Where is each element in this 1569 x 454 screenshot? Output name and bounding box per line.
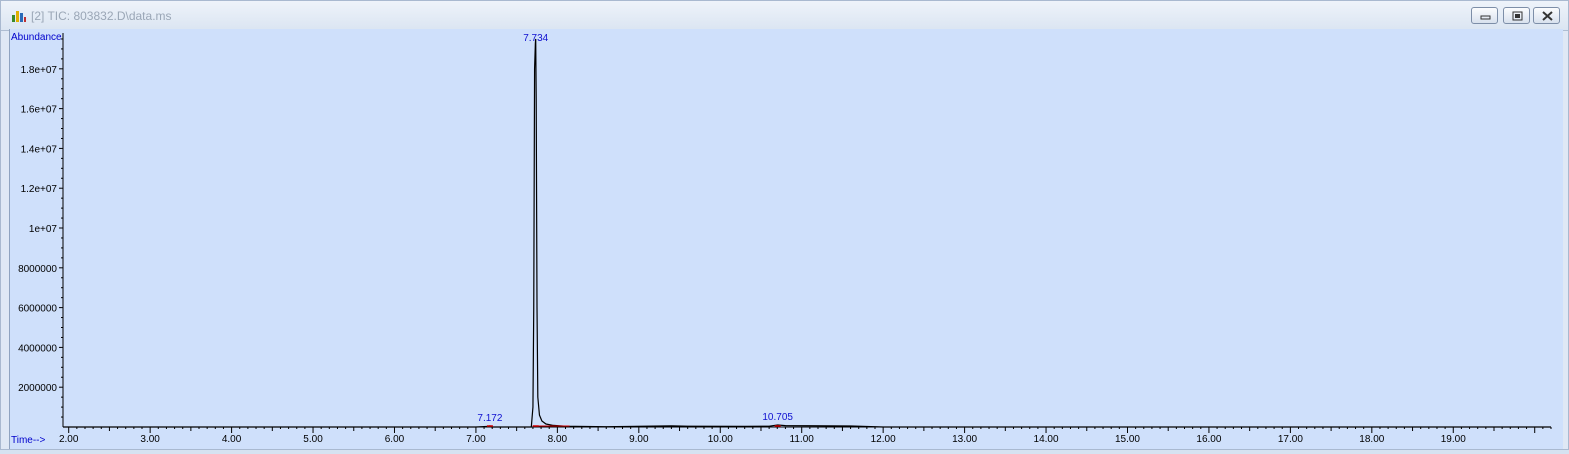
y-tick-label: 1.8e+07 — [21, 65, 58, 76]
close-button[interactable] — [1533, 7, 1560, 24]
y-axis-title: Abundance — [11, 32, 62, 43]
window-title: [2] TIC: 803832.D\data.ms — [31, 9, 172, 23]
x-axis-title: Time--> — [11, 435, 46, 446]
y-tick-label: 1.6e+07 — [21, 105, 58, 116]
x-tick-label: 17.00 — [1278, 434, 1303, 445]
x-tick-label: 10.00 — [708, 434, 733, 445]
y-tick-label: 1.2e+07 — [21, 184, 58, 195]
x-tick-label: 2.00 — [59, 434, 79, 445]
x-tick-label: 6.00 — [385, 434, 405, 445]
axes-layer — [59, 33, 1552, 433]
plot-area[interactable]: 2000000 4000000 6000000 8000000 1e+07 1.2e+07… — [9, 29, 1563, 449]
x-tick-label: 7.00 — [466, 434, 486, 445]
minimize-button[interactable] — [1471, 7, 1498, 24]
x-tick-label: 16.00 — [1196, 434, 1221, 445]
app-icon — [12, 11, 26, 22]
x-tick-label: 12.00 — [871, 434, 896, 445]
x-tick-label: 3.00 — [140, 434, 160, 445]
trace-layer — [63, 38, 1551, 428]
x-tick-label: 8.00 — [548, 434, 568, 445]
minimize-icon — [1480, 15, 1491, 20]
close-icon — [1542, 11, 1553, 21]
x-tick-label: 18.00 — [1359, 434, 1384, 445]
x-tick-label: 15.00 — [1115, 434, 1140, 445]
chromatogram-window: [2] TIC: 803832.D\data.ms 2000000 4000000… — [0, 0, 1569, 450]
y-tick-label: 8000000 — [18, 264, 57, 275]
label-layer: 2000000 4000000 6000000 8000000 1e+07 1.2e+07… — [11, 32, 1466, 446]
title-bar[interactable]: [2] TIC: 803832.D\data.ms — [1, 1, 1568, 31]
y-tick-label: 2000000 — [18, 383, 57, 394]
x-tick-label: 5.00 — [303, 434, 323, 445]
x-tick-label: 4.00 — [222, 434, 242, 445]
tic-trace — [63, 38, 1551, 428]
peak-label: 10.705 — [762, 412, 793, 423]
y-tick-label: 6000000 — [18, 304, 57, 315]
peak-label: 7.172 — [477, 413, 502, 424]
restore-icon — [1512, 11, 1523, 21]
x-tick-label: 14.00 — [1034, 434, 1059, 445]
chromatogram-chart[interactable]: 2000000 4000000 6000000 8000000 1e+07 1.2e+07… — [10, 29, 1563, 449]
peak-label: 7.734 — [523, 33, 548, 44]
y-tick-label: 1.4e+07 — [21, 144, 58, 155]
y-tick-label: 4000000 — [18, 343, 57, 354]
x-tick-label: 19.00 — [1441, 434, 1466, 445]
y-tick-label: 1e+07 — [29, 224, 58, 235]
x-tick-label: 13.00 — [952, 434, 977, 445]
x-tick-label: 11.00 — [790, 434, 815, 445]
restore-button[interactable] — [1503, 7, 1530, 24]
x-tick-label: 9.00 — [629, 434, 649, 445]
